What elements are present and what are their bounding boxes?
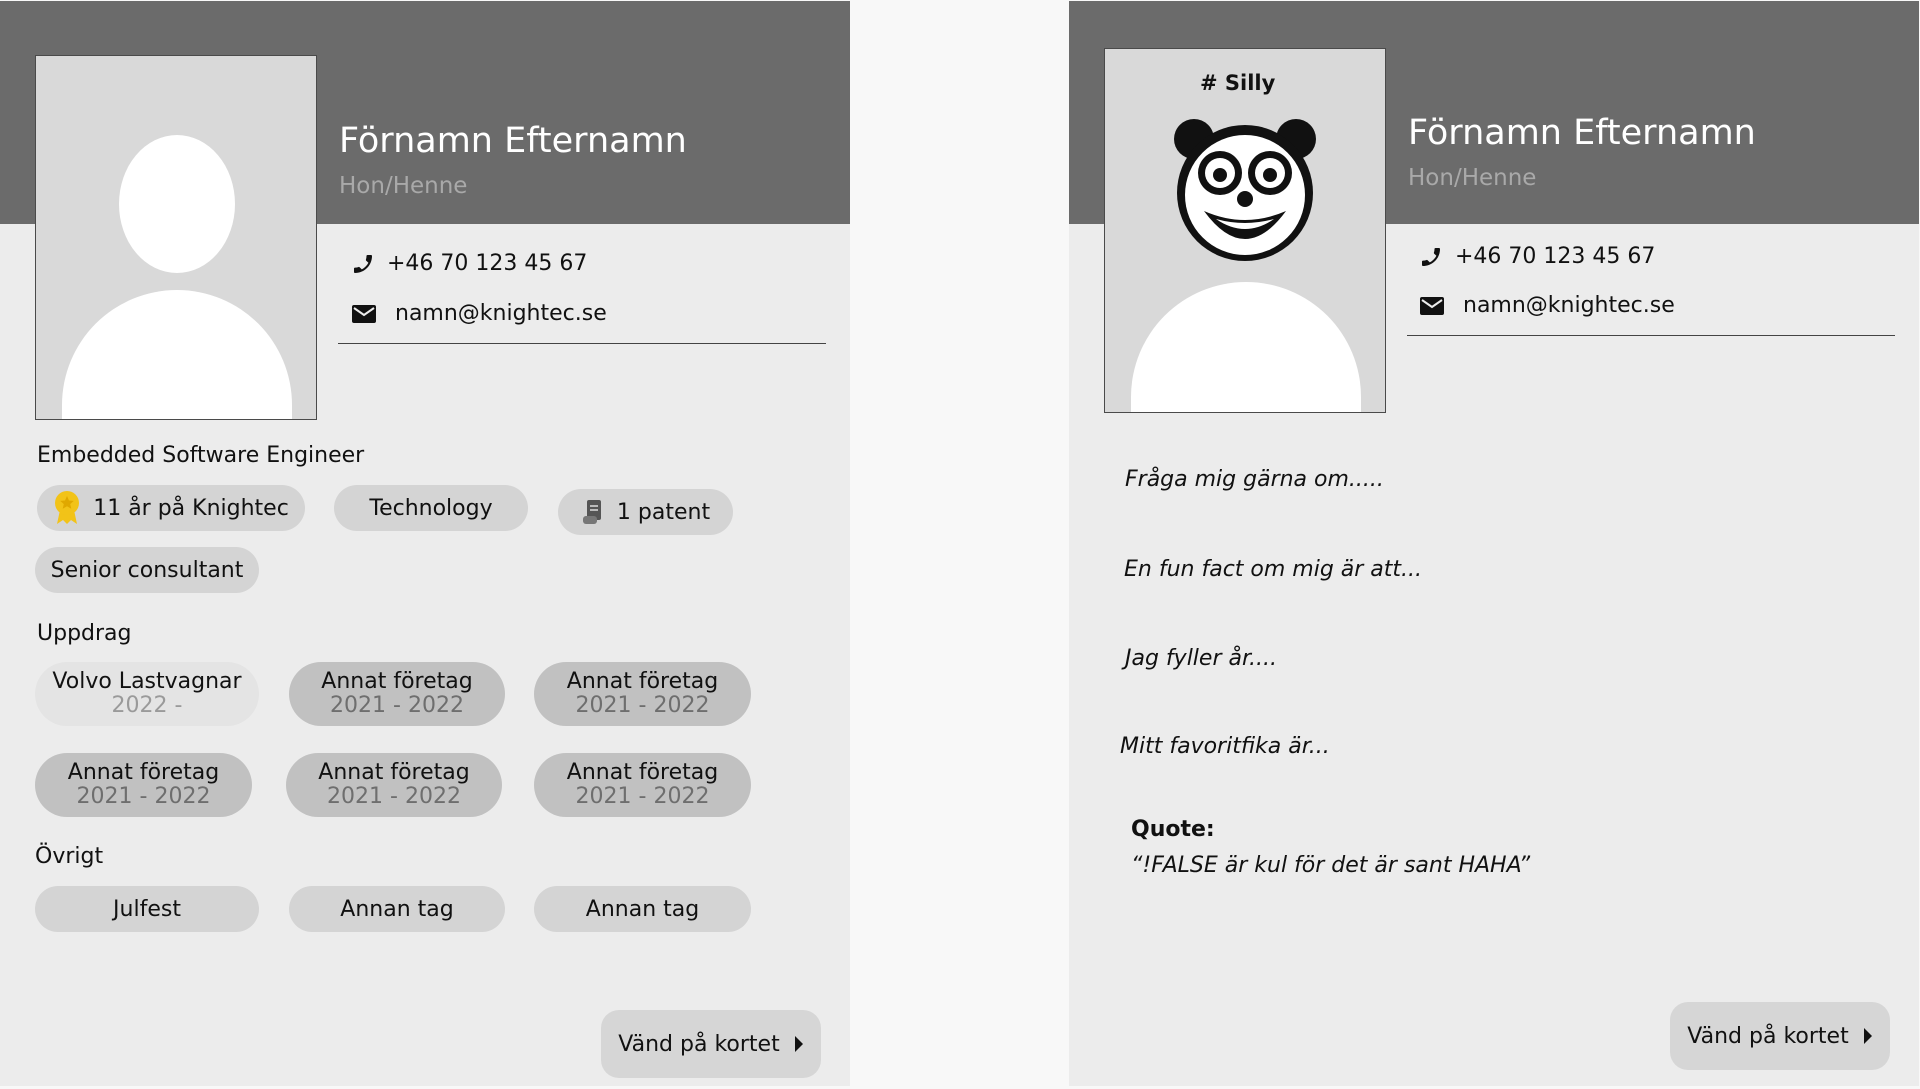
area-label: Technology: [369, 495, 493, 521]
phone-icon: [351, 252, 375, 276]
silly-face-icon: [1174, 119, 1316, 261]
flip-card-button[interactable]: Vänd på kortet: [1670, 1002, 1890, 1070]
assignment-company: Annat företag: [566, 759, 719, 785]
other-tag-label: Annan tag: [340, 896, 454, 922]
avatar-body: [1131, 282, 1361, 412]
pronouns: Hon/Henne: [1408, 165, 1537, 191]
other-tag-label: Julfest: [113, 896, 181, 922]
phone-row[interactable]: +46 70 123 45 67: [351, 251, 587, 276]
flip-card-label: Vänd på kortet: [1687, 1023, 1849, 1049]
other-tag: Julfest: [35, 886, 259, 932]
tenure-tag: 11 år på Knightec: [37, 485, 305, 531]
phone-number: +46 70 123 45 67: [1455, 244, 1656, 269]
photo-tag: # Silly: [1200, 71, 1276, 95]
patent-label: 1 patent: [616, 499, 711, 525]
email-address: namn@knightec.se: [1463, 293, 1675, 318]
phone-number: +46 70 123 45 67: [387, 251, 588, 276]
caret-right-icon: [1863, 1027, 1873, 1045]
assignment-years: 2021 - 2022: [575, 693, 710, 718]
other-tag-label: Annan tag: [585, 896, 700, 922]
patent-tag: 1 patent: [558, 489, 733, 535]
assignment-item[interactable]: Annat företag 2021 - 2022: [289, 662, 505, 726]
email-row[interactable]: namn@knightec.se: [351, 301, 607, 326]
assignment-company: Annat företag: [318, 759, 470, 785]
assignment-years: 2022 -: [111, 693, 183, 718]
other-tag: Annan tag: [289, 886, 505, 932]
assignment-years: 2021 - 2022: [330, 693, 464, 718]
assignment-company: Annat företag: [566, 668, 719, 694]
prompt-birthday: Jag fyller år....: [1125, 646, 1277, 671]
assignment-item[interactable]: Annat företag 2021 - 2022: [35, 753, 252, 817]
avatar-body: [62, 290, 292, 419]
quote-label: Quote:: [1131, 817, 1215, 842]
prompt-ask-me-about: Fråga mig gärna om.....: [1125, 467, 1384, 492]
flip-card-button[interactable]: Vänd på kortet: [601, 1010, 821, 1078]
phone-icon: [1419, 245, 1443, 269]
other-tag: Annan tag: [534, 886, 751, 932]
award-icon: [53, 490, 81, 526]
assignment-item[interactable]: Volvo Lastvagnar 2022 -: [35, 662, 259, 726]
profile-photo: [35, 55, 317, 420]
quote-text: “!FALSE är kul för det är sant HAHA”: [1131, 853, 1531, 878]
assignment-company: Volvo Lastvagnar: [52, 668, 242, 694]
assignment-years: 2021 - 2022: [76, 784, 211, 809]
prompt-fun-fact: En fun fact om mig är att...: [1124, 557, 1423, 582]
person-name: Förnamn Efternamn: [339, 121, 687, 161]
assignments-heading: Uppdrag: [37, 621, 132, 646]
profile-card-front: Förnamn Efternamn Hon/Henne +46 70 123 4…: [0, 1, 850, 1086]
role-title: Embedded Software Engineer: [37, 443, 365, 468]
profile-photo: # Silly: [1104, 48, 1386, 413]
prompt-favorite-fika: Mitt favoritfika är...: [1120, 734, 1330, 759]
mail-icon: [351, 302, 377, 326]
assignment-item[interactable]: Annat företag 2021 - 2022: [534, 662, 751, 726]
other-heading: Övrigt: [35, 844, 104, 869]
contact-divider: [338, 343, 826, 344]
profile-card-back: # Silly Förnamn Efternamn Hon/Henne +46 …: [1069, 1, 1919, 1086]
email-row[interactable]: namn@knightec.se: [1419, 293, 1675, 318]
avatar-head: [119, 135, 235, 273]
caret-right-icon: [794, 1035, 804, 1053]
email-address: namn@knightec.se: [395, 301, 607, 326]
assignment-company: Annat företag: [67, 759, 220, 785]
pronouns: Hon/Henne: [339, 173, 468, 199]
tenure-label: 11 år på Knightec: [93, 495, 289, 521]
area-tag: Technology: [334, 485, 528, 531]
assignment-item[interactable]: Annat företag 2021 - 2022: [286, 753, 502, 817]
assignment-years: 2021 - 2022: [575, 784, 710, 809]
mail-icon: [1419, 294, 1445, 318]
person-name: Förnamn Efternamn: [1408, 113, 1756, 153]
contact-divider: [1407, 335, 1895, 336]
assignment-years: 2021 - 2022: [327, 784, 461, 809]
level-tag: Senior consultant: [35, 547, 259, 593]
scroll-icon: [581, 498, 605, 526]
flip-card-label: Vänd på kortet: [618, 1031, 780, 1057]
phone-row[interactable]: +46 70 123 45 67: [1419, 244, 1655, 269]
level-label: Senior consultant: [50, 557, 244, 583]
assignment-item[interactable]: Annat företag 2021 - 2022: [534, 753, 751, 817]
assignment-company: Annat företag: [321, 668, 473, 694]
